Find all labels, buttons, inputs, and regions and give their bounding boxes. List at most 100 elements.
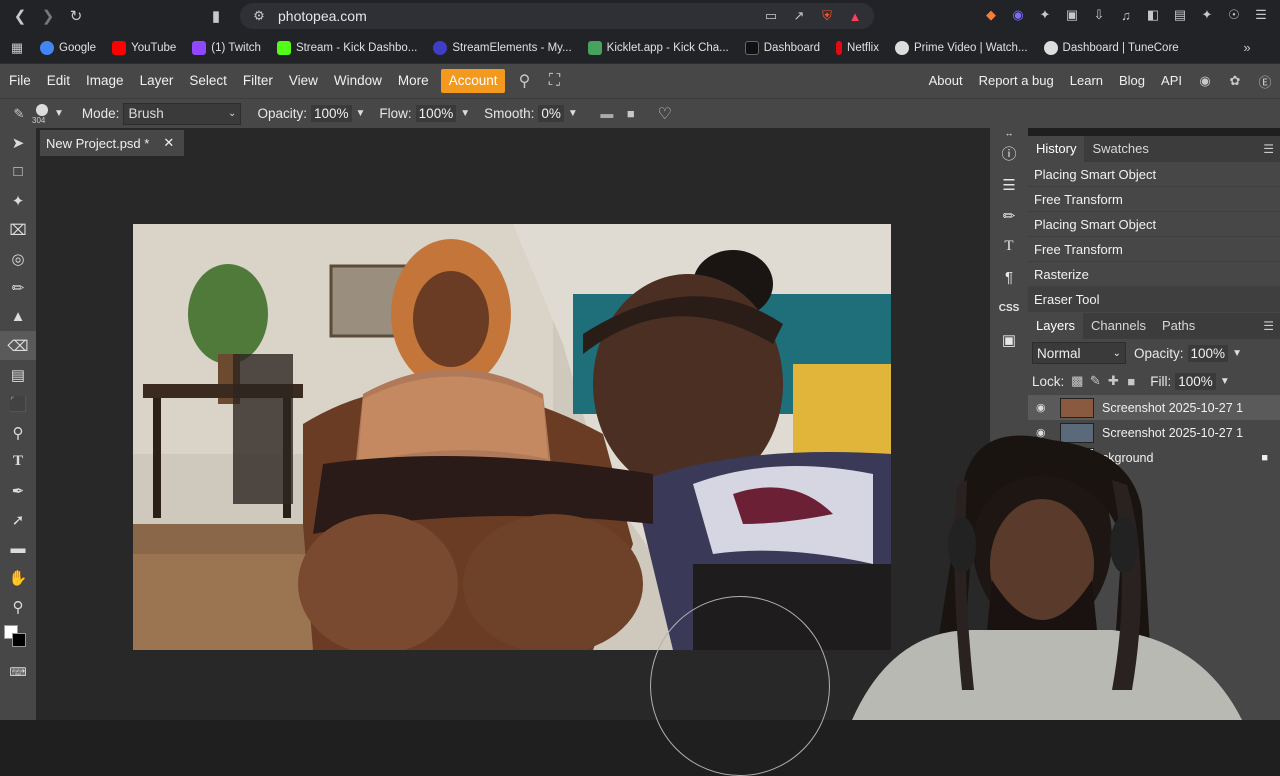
history-item[interactable]: Free Transform [1028,237,1280,262]
tab-paths[interactable]: Paths [1154,313,1203,339]
dodge-tool-icon[interactable]: ⚲ [0,418,36,447]
hand-tool-icon[interactable]: ✋ [0,563,36,592]
menu-filter[interactable]: Filter [235,69,281,93]
type-tool-icon[interactable]: T [0,447,36,476]
extensions-icon[interactable]: ✦ [1036,6,1054,24]
account-button[interactable]: Account [440,69,506,93]
share-icon[interactable]: ↗ [790,7,808,25]
document-tab[interactable]: New Project.psd * ✕ [40,130,185,156]
menu-edit[interactable]: Edit [39,69,78,93]
reload-icon[interactable]: ↻ [64,4,88,28]
close-icon[interactable]: ✕ [163,135,174,151]
move-tool-icon[interactable]: ➤ [0,128,36,157]
stamp-tool-icon[interactable]: ▲ [0,302,36,331]
wallet-icon[interactable]: ▤ [1171,6,1189,24]
chevron-down-icon[interactable]: ▼ [356,108,366,119]
bookmark-twitch[interactable]: (1) Twitch [192,40,261,55]
bookmark-icon[interactable]: ▮ [204,4,228,28]
downloads-icon[interactable]: ⇩ [1090,6,1108,24]
zoom-tool-icon[interactable]: ⚲ [0,592,36,621]
lock-transparency-icon[interactable]: ▩ [1068,372,1086,390]
tab-history[interactable]: History [1028,136,1085,162]
pressure-size-icon[interactable]: ■ [622,105,640,123]
keyboard-icon[interactable]: ⌨ [0,657,36,686]
facebook-icon[interactable]: Ⓔ [1256,72,1274,90]
chevron-down-icon[interactable]: ▼ [54,108,64,119]
opacity-field[interactable]: 100% [310,105,352,122]
menu-window[interactable]: Window [326,69,390,93]
fill-field[interactable]: 100% [1175,372,1216,390]
flow-field[interactable]: 100% [415,105,457,122]
background-color[interactable] [12,633,26,647]
bookmark-dashboard[interactable]: Dashboard [744,40,820,55]
eraser-preset-icon[interactable]: ✎ [10,105,28,123]
heart-icon[interactable]: ♡ [656,105,674,123]
image-icon[interactable]: ▣ [990,324,1028,355]
eye-icon[interactable]: ◉ [1036,401,1052,414]
marquee-tool-icon[interactable]: □ [0,157,36,186]
bookmark-youtube[interactable]: YouTube [112,40,176,55]
brave-shield-icon[interactable]: ⛨ [818,7,836,25]
brave-rewards-icon[interactable]: ▲ [846,7,864,25]
bookmark-kicklet[interactable]: Kicklet.app - Kick Cha... [587,40,729,55]
history-item[interactable]: Eraser Tool [1028,287,1280,312]
apps-grid-icon[interactable]: ▦ [8,39,26,57]
lock-position-icon[interactable]: ✚ [1104,372,1122,390]
menu-more[interactable]: More [390,69,437,93]
eraser-tool-icon[interactable]: ⌫ [0,331,36,360]
bookmark-netflix[interactable]: Netflix [836,40,879,55]
fullscreen-icon[interactable]: ⛶ [545,72,563,90]
bookmark-google[interactable]: Google [40,40,96,55]
adjustments-icon[interactable]: ☰ [990,169,1028,200]
tab-channels[interactable]: Channels [1083,313,1154,339]
shape-tool-icon[interactable]: ▬ [0,534,36,563]
panel-menu-icon[interactable]: ☰ [1263,319,1274,333]
paragraph-icon[interactable]: ¶ [990,262,1028,293]
vpn-icon[interactable]: ☉ [1225,6,1243,24]
menu-learn[interactable]: Learn [1062,69,1111,93]
tab-layers[interactable]: Layers [1028,313,1084,339]
site-settings-icon[interactable]: ⚙ [250,7,268,25]
character-icon[interactable]: T [990,231,1028,262]
smooth-field[interactable]: 0% [538,105,564,122]
color-swatches[interactable] [0,621,36,657]
history-item[interactable]: Placing Smart Object [1028,162,1280,187]
chevron-down-icon[interactable]: ▼ [1232,348,1242,359]
more-bookmarks-icon[interactable]: » [1238,39,1256,57]
info-icon[interactable]: ⓘ [990,138,1028,169]
menu-report-bug[interactable]: Report a bug [971,69,1062,93]
gradient-tool-icon[interactable]: ▤ [0,360,36,389]
blur-tool-icon[interactable]: ⬛ [0,389,36,418]
forward-icon[interactable]: ❯ [36,4,60,28]
history-item[interactable]: Free Transform [1028,187,1280,212]
extension-purple-icon[interactable]: ◉ [1009,6,1027,24]
leo-icon[interactable]: ✦ [1198,6,1216,24]
menu-api[interactable]: API [1153,69,1190,93]
path-select-tool-icon[interactable]: ➚ [0,505,36,534]
menu-select[interactable]: Select [181,69,235,93]
menu-layer[interactable]: Layer [132,69,182,93]
magic-wand-tool-icon[interactable]: ✦ [0,186,36,215]
mode-select[interactable]: Brush ⌄ [123,102,242,125]
tab-swatches[interactable]: Swatches [1084,136,1156,162]
chevron-down-icon[interactable]: ▼ [568,108,578,119]
menu-icon[interactable]: ☰ [1252,6,1270,24]
address-bar[interactable]: ⚙ photopea.com ▭ ↗ ⛨ ▲ [240,3,874,29]
menu-view[interactable]: View [281,69,326,93]
menu-blog[interactable]: Blog [1111,69,1153,93]
chevron-down-icon[interactable]: ▼ [1220,376,1230,387]
menu-about[interactable]: About [921,69,971,93]
back-icon[interactable]: ❮ [8,4,32,28]
css-icon[interactable]: CSS [990,293,1028,324]
cast-icon[interactable]: ▭ [762,7,780,25]
healing-tool-icon[interactable]: ◎ [0,244,36,273]
sidebar-icon[interactable]: ◧ [1144,6,1162,24]
history-item[interactable]: Rasterize [1028,262,1280,287]
blend-mode-select[interactable]: Normal ⌄ [1032,342,1126,364]
bookmark-tunecore[interactable]: Dashboard | TuneCore [1043,40,1179,55]
bookmark-prime[interactable]: Prime Video | Watch... [894,40,1028,55]
menu-image[interactable]: Image [78,69,132,93]
bookmark-kick[interactable]: Stream - Kick Dashbo... [276,40,417,55]
crop-tool-icon[interactable]: ⌧ [0,215,36,244]
panel-menu-icon[interactable]: ☰ [1263,142,1274,156]
